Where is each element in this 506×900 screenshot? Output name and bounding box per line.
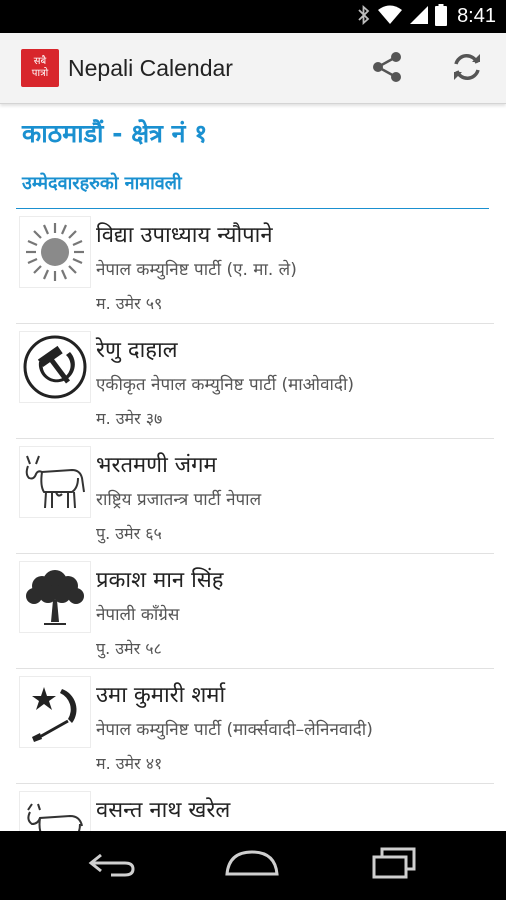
candidate-party: एकीकृत नेपाल कम्युनिष्ट पार्टी (माओवादी) bbox=[96, 375, 354, 395]
refresh-icon bbox=[450, 50, 484, 88]
status-bar: 8:41 bbox=[0, 0, 506, 33]
recents-icon bbox=[370, 847, 418, 883]
star-sickle-icon bbox=[19, 676, 91, 748]
share-button[interactable] bbox=[365, 47, 409, 91]
app-bar: सबै पात्रो Nepali Calendar bbox=[0, 33, 506, 104]
hammer-sickle-icon bbox=[19, 331, 91, 403]
candidate-name: प्रकाश मान सिंह bbox=[96, 568, 224, 593]
candidate-age: म. उमेर ३७ bbox=[96, 409, 163, 428]
sun-icon bbox=[19, 216, 91, 288]
candidate-name: भरतमणी जंगम bbox=[96, 453, 217, 478]
bluetooth-icon bbox=[357, 4, 371, 29]
candidate-item[interactable]: प्रकाश मान सिंह नेपाली काँग्रेस पु. उमेर… bbox=[16, 554, 494, 669]
app-logo[interactable]: सबै पात्रो bbox=[21, 49, 59, 87]
candidate-age: म. उमेर ४१ bbox=[96, 754, 163, 773]
candidate-party: नेपाल कम्युनिष्ट पार्टी (मार्क्सवादी–लेन… bbox=[96, 720, 373, 740]
signal-icon bbox=[409, 5, 429, 29]
candidate-name: उमा कुमारी शर्मा bbox=[96, 683, 226, 708]
app-title: Nepali Calendar bbox=[68, 55, 233, 81]
logo-text-bottom: पात्रो bbox=[31, 68, 49, 79]
home-button[interactable] bbox=[222, 845, 282, 885]
refresh-button[interactable] bbox=[445, 47, 489, 91]
candidate-item[interactable]: उमा कुमारी शर्मा नेपाल कम्युनिष्ट पार्टी… bbox=[16, 669, 494, 784]
candidate-name: वसन्त नाथ खरेल bbox=[96, 798, 231, 823]
share-icon bbox=[370, 51, 404, 87]
candidate-age: पु. उमेर ५८ bbox=[96, 639, 162, 658]
page-title: काठमाडौं - क्षेत्र नं १ bbox=[22, 119, 208, 148]
tree-icon bbox=[19, 561, 91, 633]
candidate-name: विद्या उपाध्याय न्यौपाने bbox=[96, 223, 273, 248]
candidate-item[interactable]: विद्या उपाध्याय न्यौपाने नेपाल कम्युनिष्… bbox=[16, 209, 494, 324]
navigation-bar bbox=[0, 831, 506, 900]
candidate-party: नेपाल कम्युनिष्ट पार्टी (ए. मा. ले) bbox=[96, 260, 297, 280]
status-time: 8:41 bbox=[457, 5, 496, 27]
candidate-party: राष्ट्रिय प्रजातन्त्र पार्टी नेपाल bbox=[96, 490, 262, 510]
ox-icon bbox=[19, 791, 91, 831]
wifi-icon bbox=[377, 5, 403, 29]
cow-icon bbox=[19, 446, 91, 518]
candidate-list[interactable]: विद्या उपाध्याय न्यौपाने नेपाल कम्युनिष्… bbox=[16, 209, 494, 831]
candidate-name: रेणु दाहाल bbox=[96, 338, 178, 363]
back-icon bbox=[87, 849, 137, 881]
candidate-age: पु. उमेर ६५ bbox=[96, 524, 162, 543]
content-area[interactable]: काठमाडौं - क्षेत्र नं १ उम्मेदवारहरुको न… bbox=[0, 104, 506, 831]
candidate-age: म. उमेर ५९ bbox=[96, 294, 163, 313]
back-button[interactable] bbox=[82, 845, 142, 885]
logo-text-top: सबै bbox=[33, 56, 47, 67]
home-icon bbox=[224, 849, 280, 881]
battery-icon bbox=[435, 3, 448, 30]
candidate-party: नेपाली काँग्रेस bbox=[96, 605, 180, 625]
candidate-item[interactable]: भरतमणी जंगम राष्ट्रिय प्रजातन्त्र पार्टी… bbox=[16, 439, 494, 554]
candidate-item[interactable]: वसन्त नाथ खरेल bbox=[16, 784, 494, 831]
candidate-item[interactable]: रेणु दाहाल एकीकृत नेपाल कम्युनिष्ट पार्ट… bbox=[16, 324, 494, 439]
recents-button[interactable] bbox=[364, 845, 424, 885]
section-title: उम्मेदवारहरुको नामावली bbox=[22, 173, 182, 194]
